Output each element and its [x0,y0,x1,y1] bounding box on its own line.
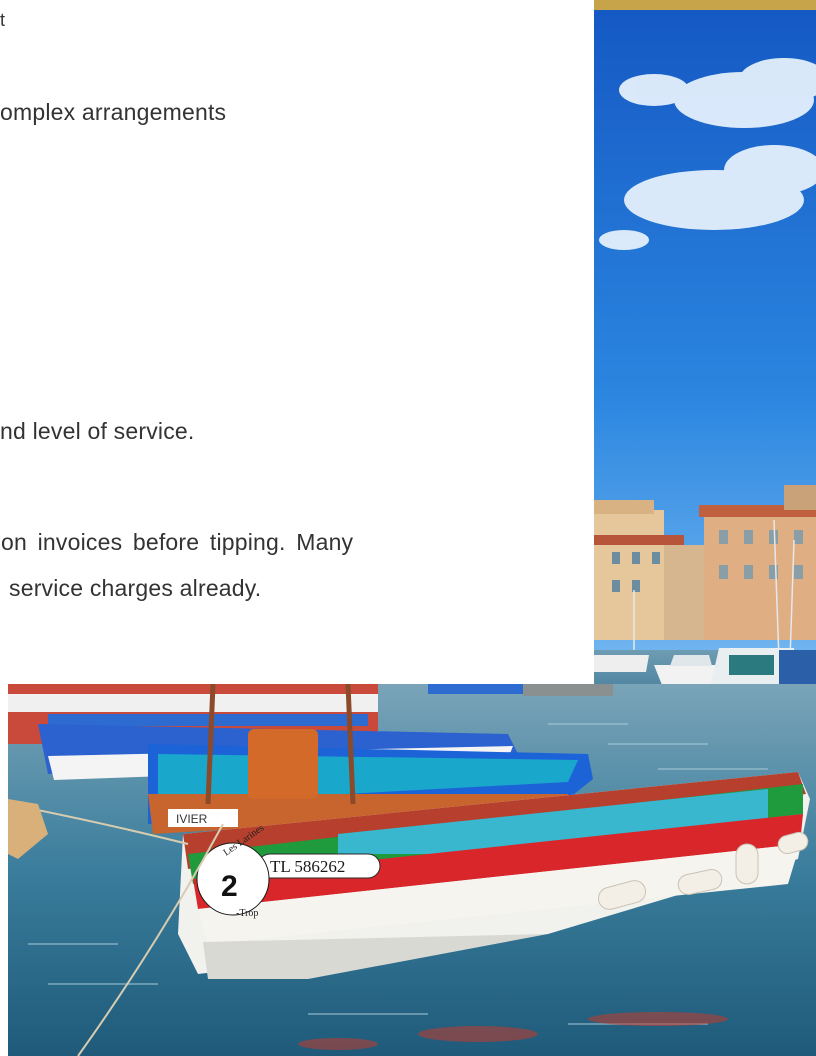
boats-photo: IVIER TL 586262 2 Les Larines -Trop [8,684,816,1056]
text-line-3: on invoices before tipping. Many [1,529,354,555]
text-fragment-top: t [0,10,6,30]
text-line-2: nd level of service. [0,418,195,444]
boat-number-text: 2 [221,870,238,903]
text-line-1: omplex arrangements [0,99,227,125]
boats-illustration: IVIER TL 586262 2 Les Larines -Trop [8,684,816,1056]
boat-name-text: IVIER [176,812,208,826]
stern-lettering-2: -Trop [236,908,258,919]
boat-registration-text: TL 586262 [270,857,345,876]
harbor-photo [594,0,816,730]
harbor-illustration [594,0,816,730]
text-line-4: service charges already. [9,575,262,601]
